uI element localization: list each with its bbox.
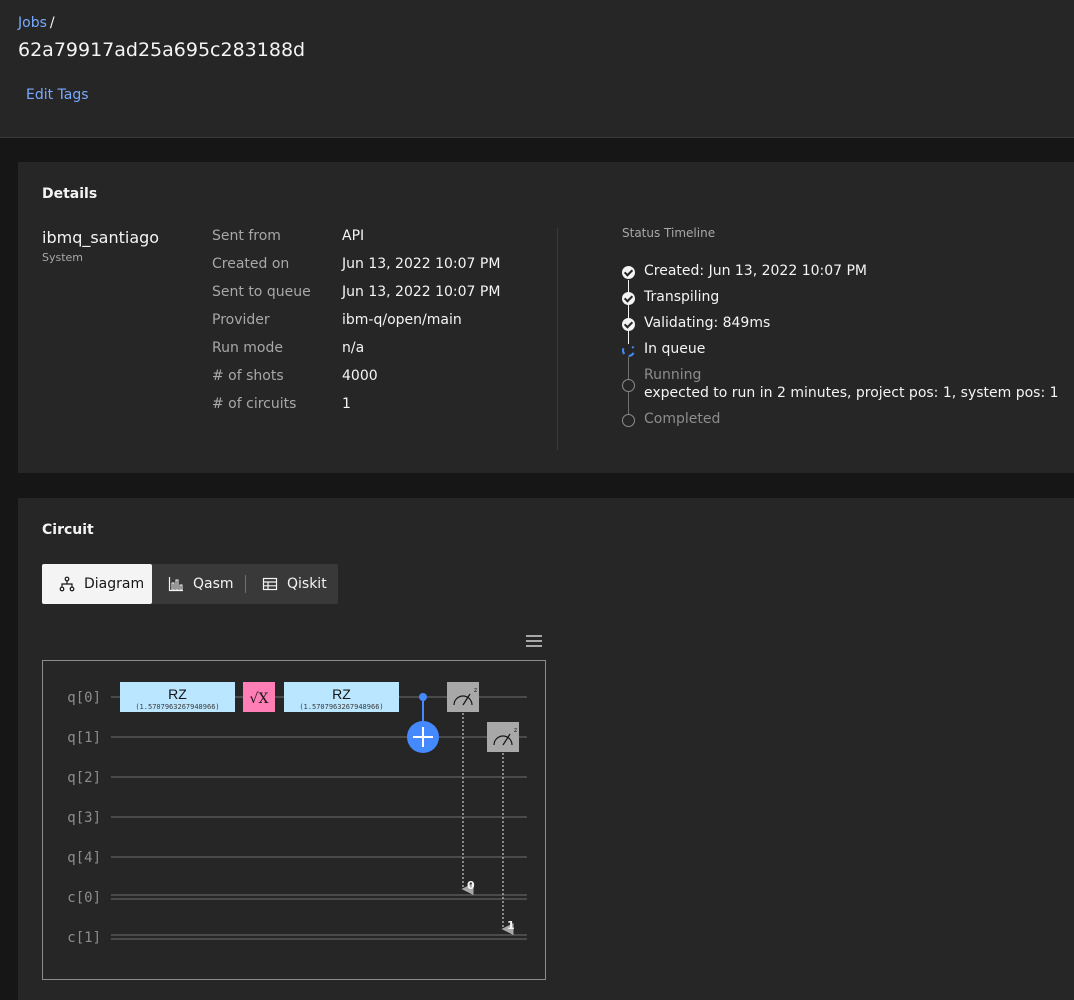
timeline-step-running: Running (644, 367, 702, 383)
svg-text:z: z (474, 687, 477, 694)
measure-gate[interactable]: z 1 (487, 722, 519, 935)
tab-qiskit[interactable]: Qiskit (245, 575, 338, 593)
table-icon (262, 577, 278, 591)
rz-gate-label: RZ (168, 686, 187, 702)
timeline-connector-done (628, 280, 629, 350)
qubit-label-q4: q[4] (67, 850, 101, 866)
timeline-step-validating: Validating: 849ms (644, 315, 771, 331)
measure-target-label: 0 (467, 879, 475, 892)
field-label-sent-from: Sent from (212, 228, 281, 244)
qubit-label-q0: q[0] (67, 690, 101, 706)
qubit-label-q1: q[1] (67, 730, 101, 746)
page-title: 62a79917ad25a695c283188d (18, 39, 306, 61)
diagram-icon (59, 576, 75, 592)
field-label-circuits: # of circuits (212, 396, 297, 412)
circuit-diagram: q[0] q[1] q[2] q[3] q[4] c[0] c[1] RZ (1… (42, 660, 546, 980)
tab-qasm[interactable]: Qasm (152, 564, 245, 604)
field-label-provider: Provider (212, 312, 270, 328)
rz-gate-param: (1.5707963267948966) (135, 703, 219, 711)
clbit-label-c1: c[1] (67, 930, 101, 946)
circuit-view-tabs: Diagram Qasm Qiskit (42, 564, 338, 604)
timeline-step-completed: Completed (644, 411, 721, 427)
field-value-run-mode: n/a (342, 340, 365, 356)
measure-target-label: 1 (507, 919, 515, 932)
details-panel: Details ibmq_santiago System Sent from A… (18, 162, 1074, 473)
timeline-step-running-detail: expected to run in 2 minutes, project po… (644, 385, 1059, 401)
system-name: ibmq_santiago (42, 228, 160, 247)
cnot-gate[interactable] (407, 693, 439, 753)
timeline-step-in-queue: In queue (644, 341, 706, 357)
tab-qiskit-label: Qiskit (287, 576, 327, 592)
timeline-step-created: Created: Jun 13, 2022 10:07 PM (644, 263, 868, 279)
qubit-label-q2: q[2] (67, 770, 101, 786)
timeline-in-progress-icon (622, 344, 635, 357)
field-value-shots: 4000 (342, 368, 378, 384)
status-timeline-title: Status Timeline (622, 226, 716, 240)
field-value-created-on: Jun 13, 2022 10:07 PM (342, 256, 501, 272)
field-value-circuits: 1 (342, 396, 351, 412)
field-value-provider: ibm-q/open/main (342, 312, 462, 328)
rz-gate[interactable]: RZ (1.5707963267948966) (120, 682, 235, 712)
breadcrumb-jobs-link[interactable]: Jobs (18, 15, 47, 31)
rz-gate-param: (1.5707963267948966) (299, 703, 383, 711)
field-value-sent-from: API (342, 228, 365, 244)
measure-gate[interactable]: z 0 (447, 682, 479, 895)
circuit-canvas: q[0] q[1] q[2] q[3] q[4] c[0] c[1] RZ (1… (67, 682, 527, 946)
timeline-pending-icon (622, 379, 635, 392)
sx-gate-label: √X (250, 691, 269, 707)
field-label-created-on: Created on (212, 256, 290, 272)
rz-gate[interactable]: RZ (1.5707963267948966) (284, 682, 399, 712)
timeline-check-icon (622, 292, 635, 305)
clbit-label-c0: c[0] (67, 890, 101, 906)
rz-gate-label: RZ (332, 686, 351, 702)
bar-chart-icon (168, 577, 183, 592)
breadcrumb-separator: / (49, 15, 55, 31)
system-label: System (42, 251, 84, 264)
circuit-title: Circuit (42, 522, 94, 538)
timeline-step-transpiling: Transpiling (644, 289, 720, 305)
sx-gate[interactable]: √X (243, 682, 275, 712)
field-label-sent-to-queue: Sent to queue (212, 284, 311, 300)
timeline-check-icon (622, 266, 635, 279)
field-value-sent-to-queue: Jun 13, 2022 10:07 PM (342, 284, 501, 300)
tab-diagram[interactable]: Diagram (42, 564, 152, 604)
tab-qasm-label: Qasm (193, 576, 234, 592)
qubit-label-q3: q[3] (67, 810, 101, 826)
details-title: Details (42, 186, 98, 202)
cnot-control-dot (419, 693, 427, 701)
breadcrumb: Jobs / (18, 15, 55, 31)
field-label-shots: # of shots (212, 368, 284, 384)
timeline-check-icon (622, 318, 635, 331)
timeline-pending-icon (622, 414, 635, 427)
page-header: Jobs/ 62a79917ad25a695c283188d Edit Tags (0, 0, 1074, 138)
details-divider (557, 228, 558, 450)
svg-text:z: z (514, 727, 517, 734)
circuit-panel: Circuit Diagram Qasm Qiskit q[0] q[1] q[… (18, 498, 1074, 1000)
tab-diagram-label: Diagram (84, 576, 145, 592)
field-label-run-mode: Run mode (212, 340, 283, 356)
edit-tags-link[interactable]: Edit Tags (26, 87, 89, 103)
menu-icon[interactable] (526, 635, 542, 649)
